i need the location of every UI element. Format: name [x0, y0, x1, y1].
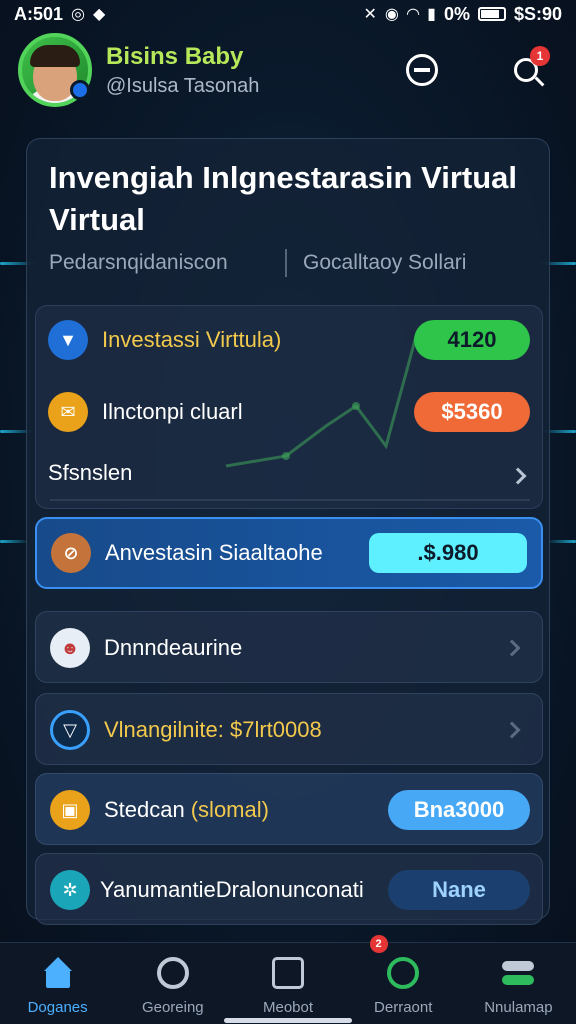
avatar-hair [30, 45, 80, 67]
verified-badge-icon [70, 80, 90, 100]
list-item-label: YanumantieDralonunconati [100, 877, 364, 902]
target-icon [387, 957, 420, 989]
card-meta-right: Gocalltaoy Sollari [303, 251, 467, 274]
card-title: Invengiah Inlgnestarasin Virtual Virtual [49, 160, 517, 237]
profile-header: Bisins Baby @Isulsa Tasonah 1 [18, 32, 558, 108]
nav-item-home[interactable]: Doganes [0, 943, 115, 1024]
shield-outline-icon: ▽ [50, 710, 90, 750]
app-icon: ◆ [93, 6, 106, 23]
investment-row[interactable]: ✉ Ilnctonpi cluarl [48, 392, 243, 432]
section-label: Sfsnslen [48, 460, 133, 485]
notification-badge: 1 [530, 46, 550, 66]
nav-badge: 2 [369, 935, 388, 953]
list-item-content: ⊘ Anvestasin Siaaltaohe [51, 533, 323, 573]
nav-item-nnulamap[interactable]: Nnulamap [461, 943, 576, 1024]
list-item-content: ✲ YanumantieDralonunconati [50, 870, 364, 910]
section-row[interactable]: Sfsnslen [48, 460, 132, 486]
list-item[interactable]: ☻ Dnnndeaurine [35, 611, 543, 683]
list-item-label: Anvestasin Siaaltaohe [105, 540, 323, 565]
list-item-content: ▣ Stedcan (slomal) [50, 790, 269, 830]
home-icon [42, 957, 74, 989]
nav-label: Nnulamap [484, 999, 553, 1016]
list-item[interactable]: ▣ Stedcan (slomal) Bna3000 [35, 773, 543, 845]
status-clock: $S:90 [513, 3, 562, 24]
camera-icon: ◎ [71, 6, 85, 23]
profile-menu-button[interactable] [402, 50, 442, 90]
value-pill[interactable]: Nane [388, 870, 530, 910]
investment-card: Invengiah Inlgnestarasin Virtual Virtual… [26, 138, 550, 925]
bottom-nav: Doganes Georeing Meobot 2 Derraont Nnula… [0, 935, 576, 1024]
shield-icon: ▼ [48, 320, 88, 360]
mute-icon: ✕ [363, 6, 377, 23]
card-meta-left: Pedarsnqidaniscon [49, 251, 228, 274]
list-item-label: Vlnangilnite: $7lrt0008 [104, 717, 322, 742]
value-pill[interactable]: $5360 [414, 392, 530, 432]
value-pill[interactable]: .$.980 [369, 533, 527, 573]
divider [285, 249, 287, 277]
search-button[interactable]: 1 [506, 46, 550, 90]
envelope-icon: ✉ [48, 392, 88, 432]
nav-item-meobot[interactable]: Meobot [230, 943, 345, 1024]
battery-percent: 0% [443, 3, 470, 24]
list-item[interactable]: ⊘ Anvestasin Siaaltaohe .$.980 [35, 517, 543, 589]
gear-icon: ✲ [50, 870, 90, 910]
light-streak [546, 540, 576, 543]
list-item[interactable]: ✲ YanumantieDralonunconati Nane [35, 853, 543, 925]
status-time: A:501 [14, 3, 64, 24]
investment-row[interactable]: ▼ Investassi Virttula) [48, 320, 281, 360]
list-item-content: ▽ Vlnangilnite: $7lrt0008 [50, 710, 322, 750]
battery-icon [477, 7, 506, 21]
summary-panel: ▼ Investassi Virttula) 4120 ✉ Ilnctonpi … [35, 305, 543, 509]
robot-icon [272, 957, 304, 989]
chevron-right-icon [503, 639, 521, 657]
nav-label: Georeing [141, 999, 204, 1016]
list-item-label: Stedcan [104, 797, 185, 822]
person-icon: ☻ [50, 628, 90, 668]
list-item-content: ☻ Dnnndeaurine [50, 628, 242, 668]
square-coin-icon: ▣ [50, 790, 90, 830]
signal-icon: ▮ [427, 6, 436, 23]
user-handle: @Isulsa Tasonah [106, 74, 260, 97]
toggle-icon [502, 957, 535, 989]
list-item-label: Dnnndeaurine [104, 635, 243, 660]
status-bar: A:501 ◎ ◆ ✕ ◉ ◠ ▮ 0% $S:90 [0, 0, 576, 28]
crossed-coin-icon: ⊘ [51, 533, 91, 573]
row-label: Ilnctonpi cluarl [102, 399, 243, 424]
nav-item-derraont[interactable]: 2 Derraont [346, 935, 461, 1024]
chevron-right-icon [503, 721, 521, 739]
home-indicator[interactable] [224, 1018, 352, 1023]
wifi-icon: ◠ [406, 6, 420, 23]
nav-item-georeing[interactable]: Georeing [115, 943, 230, 1024]
value-pill[interactable]: 4120 [414, 320, 530, 360]
alarm-icon: ◉ [384, 6, 399, 23]
minus-circle-icon [406, 54, 438, 86]
list-item[interactable]: ▽ Vlnangilnite: $7lrt0008 [35, 693, 543, 765]
nav-label: Derraont [374, 999, 433, 1016]
list-item-extra: (slomal) [190, 797, 269, 822]
user-name: Bisins Baby [106, 42, 244, 70]
row-label: Investassi Virttula) [102, 327, 282, 352]
value-pill[interactable]: Bna3000 [388, 790, 530, 830]
refresh-icon [156, 957, 189, 989]
nav-label: Doganes [27, 999, 88, 1016]
nav-label: Meobot [262, 999, 314, 1016]
